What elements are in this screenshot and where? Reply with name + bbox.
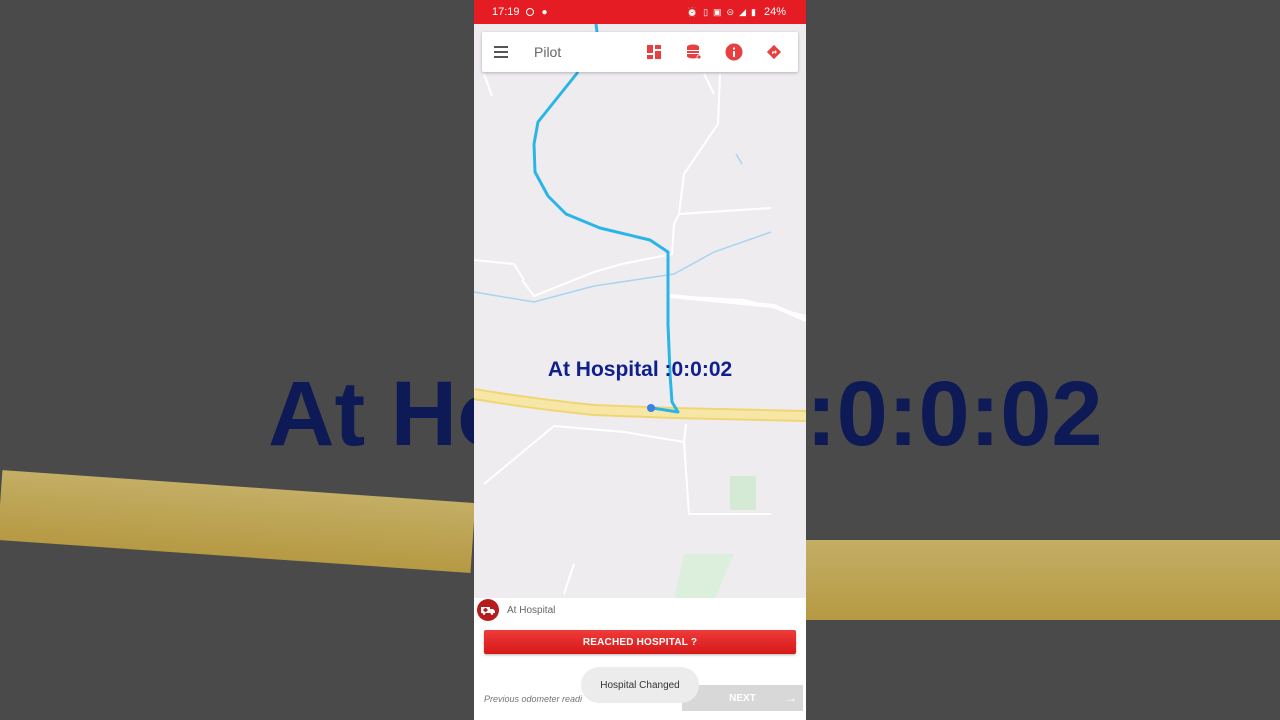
location-icon: ●	[541, 6, 548, 18]
current-location-dot	[647, 404, 655, 412]
trip-status-row: At Hospital	[474, 598, 806, 622]
signal-icon: ◢	[739, 6, 747, 17]
dashboard-button[interactable]	[634, 32, 674, 72]
background-road	[806, 540, 1280, 620]
phone-screen: 17:19 ● ⏰ ▯ ▣ ⊝ ◢ ▮ 24% Pilot At Hospita…	[474, 0, 806, 720]
toast-text: Hospital Changed	[600, 679, 680, 691]
trip-status-label: At Hospital	[507, 604, 556, 616]
map-canvas	[474, 24, 806, 600]
status-time: 17:19	[492, 6, 520, 18]
background-text-right: :0:0:02	[806, 363, 1103, 465]
ambulance-icon	[477, 599, 499, 621]
next-button-label: NEXT	[729, 692, 756, 704]
background-left: At Ho	[0, 0, 474, 720]
database-button[interactable]	[674, 32, 714, 72]
database-icon	[687, 44, 701, 60]
arrow-right-icon: →	[785, 691, 797, 705]
next-button[interactable]: NEXT →	[682, 685, 803, 711]
directions-button[interactable]	[754, 32, 794, 72]
background-road	[0, 470, 474, 573]
top-toolbar: Pilot	[482, 32, 798, 72]
reached-hospital-button[interactable]: REACHED HOSPITAL ?	[484, 630, 796, 654]
dashboard-icon	[647, 45, 661, 59]
menu-button[interactable]	[482, 32, 522, 72]
status-icons: ⏰ ▯ ▣ ⊝ ◢ ▮ 24%	[687, 6, 786, 18]
park-area	[730, 476, 756, 510]
background-right: :0:0:02	[806, 0, 1280, 720]
info-icon	[725, 43, 743, 61]
map-view[interactable]	[474, 24, 806, 600]
vibrate-icon: ▯	[703, 6, 709, 17]
directions-icon	[766, 44, 782, 60]
battery-icon: ▮	[751, 6, 756, 17]
status-bar: 17:19 ● ⏰ ▯ ▣ ⊝ ◢ ▮ 24%	[474, 0, 806, 24]
alarm-icon: ⏰	[686, 6, 699, 17]
background-text-left: At Ho	[268, 363, 474, 465]
cast-icon: ▣	[713, 6, 722, 17]
info-button[interactable]	[714, 32, 754, 72]
toast-message: Hospital Changed	[581, 667, 699, 703]
toolbar-title: Pilot	[534, 44, 562, 60]
dnd-icon: ⊝	[726, 6, 735, 17]
toolbar-actions	[634, 32, 794, 72]
battery-percent: 24%	[763, 6, 786, 18]
hamburger-icon	[494, 46, 508, 58]
recording-icon	[525, 8, 534, 16]
hospital-timer: At Hospital :0:0:02	[547, 358, 733, 381]
